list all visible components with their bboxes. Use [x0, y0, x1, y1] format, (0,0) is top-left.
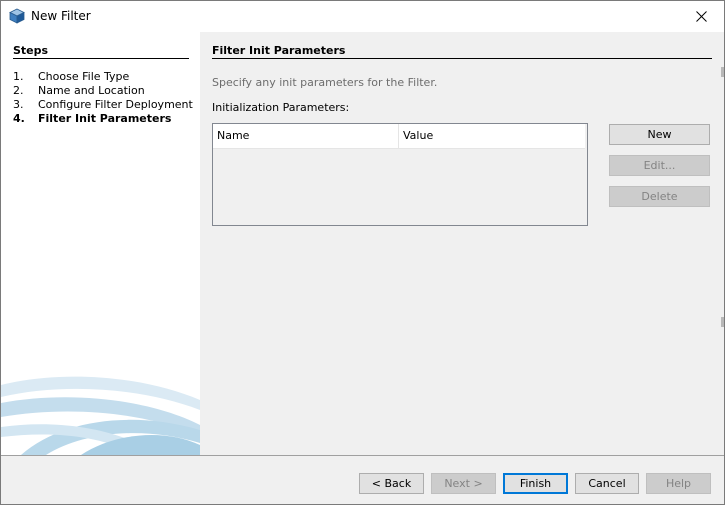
step-number: 1. [13, 70, 24, 83]
title-divider [212, 58, 712, 59]
main-panel: Filter Init Parameters Specify any init … [200, 32, 724, 455]
steps-panel: Steps 1. Choose File Type 2. Name and Loca… [1, 32, 200, 455]
step-label: Choose File Type [38, 70, 130, 83]
column-header-name[interactable]: Name [213, 124, 399, 148]
steps-list: 1. Choose File Type 2. Name and Location 3… [13, 70, 193, 126]
step-item: 1. Choose File Type [13, 70, 193, 84]
step-number: 3. [13, 98, 24, 111]
netbeans-cube-icon [9, 8, 25, 24]
step-number: 4. [13, 112, 25, 125]
next-button[interactable]: Next > [431, 473, 496, 494]
back-button[interactable]: < Back [359, 473, 424, 494]
steps-divider [13, 58, 189, 59]
decorative-swoosh [1, 376, 200, 455]
step-label: Configure Filter Deployment [38, 98, 193, 111]
init-params-table[interactable]: Name Value [212, 123, 588, 226]
close-icon [695, 11, 707, 22]
title-bar: New Filter [1, 1, 724, 32]
footer-bar: < Back Next > Finish Cancel Help [1, 456, 724, 504]
scroll-indicator [721, 67, 724, 77]
new-filter-dialog: New Filter Steps 1. Choose File Type 2. Na… [0, 0, 725, 505]
scroll-indicator [721, 317, 724, 327]
edit-button[interactable]: Edit... [609, 155, 710, 176]
step-label: Name and Location [38, 84, 145, 97]
close-button[interactable] [678, 1, 724, 32]
step-item-current: 4. Filter Init Parameters [13, 112, 193, 126]
step-number: 2. [13, 84, 24, 97]
help-button[interactable]: Help [646, 473, 711, 494]
finish-button[interactable]: Finish [503, 473, 568, 494]
step-item: 2. Name and Location [13, 84, 193, 98]
params-label: Initialization Parameters: [212, 101, 350, 114]
column-header-value[interactable]: Value [399, 124, 585, 148]
hint-text: Specify any init parameters for the Filt… [212, 76, 438, 89]
new-button[interactable]: New [609, 124, 710, 145]
page-title: Filter Init Parameters [212, 44, 346, 57]
table-header: Name Value [213, 124, 585, 149]
step-item: 3. Configure Filter Deployment [13, 98, 193, 112]
window-title: New Filter [31, 9, 91, 23]
cancel-button[interactable]: Cancel [575, 473, 639, 494]
step-label: Filter Init Parameters [38, 112, 172, 125]
steps-title: Steps [13, 44, 49, 57]
delete-button[interactable]: Delete [609, 186, 710, 207]
